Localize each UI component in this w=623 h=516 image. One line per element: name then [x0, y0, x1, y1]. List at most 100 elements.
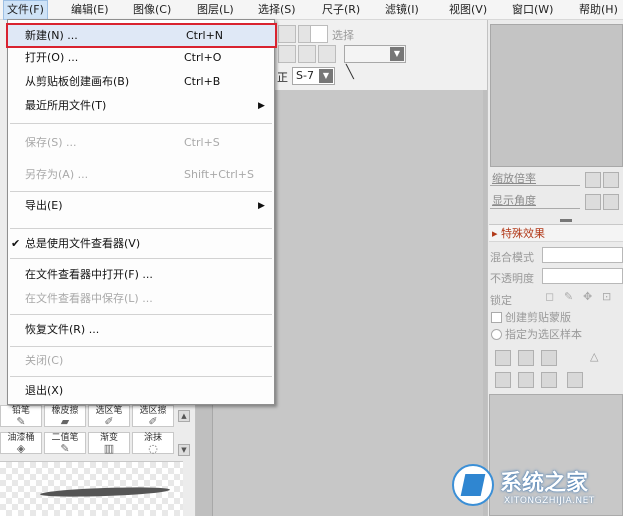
tool-blur[interactable]: 涂抹 ◌	[132, 432, 174, 455]
menu-item-label: 恢复文件(R) ...	[25, 323, 100, 336]
angle-slider[interactable]	[490, 208, 580, 209]
menu-item-save-as: 另存为(A) ... Shift+Ctrl+S	[8, 164, 274, 186]
menu-window[interactable]: 窗口(W)	[509, 0, 556, 20]
blend-mode-select[interactable]	[542, 247, 623, 263]
new-linework-icon[interactable]	[518, 350, 534, 366]
splitter-handle[interactable]	[560, 219, 572, 222]
menu-separator	[10, 191, 272, 192]
menu-edit[interactable]: 编辑(E)	[68, 0, 112, 20]
size-select[interactable]: S-7 ▼	[292, 67, 335, 85]
lock-label: 锁定	[490, 294, 512, 307]
tool-pencil[interactable]: 铅笔 ✎	[0, 405, 42, 428]
menu-item-label: 打开(O) ...	[25, 51, 79, 64]
merge-down-icon[interactable]	[495, 372, 511, 388]
opacity-slider[interactable]	[542, 268, 623, 284]
menu-ruler[interactable]: 尺子(R)	[319, 0, 363, 20]
lock-move-icon[interactable]: ✥	[583, 290, 592, 303]
navigator-preview[interactable]	[490, 24, 623, 167]
menu-view[interactable]: 视图(V)	[446, 0, 490, 20]
tool-selection-pen[interactable]: 选区笔 ✐	[88, 405, 130, 428]
submenu-arrow-icon: ▶	[258, 101, 265, 111]
select-label: 选择	[332, 29, 354, 42]
selection-pen-icon: ✐	[104, 415, 114, 428]
toolbar-button[interactable]	[278, 25, 296, 43]
watermark: 系统之家 XITONGZHIJIA.NET	[448, 460, 623, 516]
tool-bucket[interactable]: 油漆桶 ◈	[0, 432, 42, 455]
menu-item-exit[interactable]: 退出(X)	[8, 380, 274, 402]
menu-help[interactable]: 帮助(H)	[576, 0, 621, 20]
menu-file[interactable]: 文件(F)	[3, 0, 48, 20]
menu-item-label: 退出(X)	[25, 384, 64, 397]
selection-source-option[interactable]: 指定为选区样本	[491, 326, 582, 342]
toolbar-button[interactable]	[298, 45, 316, 63]
menu-item-export[interactable]: 导出(E) ▶	[8, 195, 274, 217]
menu-layer[interactable]: 图层(L)	[194, 0, 237, 20]
zoom-in-button[interactable]	[603, 172, 619, 188]
scroll-down-icon[interactable]: ▼	[178, 444, 190, 456]
tool-binary-pen[interactable]: 二值笔 ✎	[44, 432, 86, 455]
menu-item-shortcut: Ctrl+O	[184, 51, 222, 64]
tool-gradient[interactable]: 渐变 ▥	[88, 432, 130, 455]
trash-icon[interactable]	[567, 372, 583, 388]
select-checkbox[interactable]	[310, 25, 328, 43]
checkbox[interactable]	[491, 312, 502, 323]
toolbar-button[interactable]	[318, 45, 336, 63]
menu-item-new[interactable]: 新建(N) ... Ctrl+N	[6, 23, 277, 48]
line-tool-icon[interactable]: ╲	[346, 65, 354, 80]
tool-selection-eraser[interactable]: 选区擦 ✐	[132, 405, 174, 428]
zoom-label: 缩放倍率	[492, 172, 536, 185]
menu-item-close: 关闭(C)	[8, 350, 274, 372]
merge-visible-icon[interactable]	[518, 372, 534, 388]
new-folder-icon[interactable]	[541, 350, 557, 366]
menu-item-open[interactable]: 打开(O) ... Ctrl+O	[8, 47, 274, 69]
menu-item-shortcut: Shift+Ctrl+S	[184, 168, 254, 181]
clear-layer-icon[interactable]	[541, 372, 557, 388]
menu-item-from-clipboard[interactable]: 从剪贴板创建画布(B) Ctrl+B	[8, 71, 274, 93]
menu-item-save: 保存(S) ... Ctrl+S	[8, 132, 274, 154]
menu-item-always-use-viewer[interactable]: ✔ 总是使用文件查看器(V)	[8, 233, 274, 255]
file-menu-dropdown: 新建(N) ... Ctrl+N 打开(O) ... Ctrl+O 从剪贴板创建…	[6, 19, 277, 405]
scroll-up-icon[interactable]: ▲	[178, 410, 190, 422]
menu-item-shortcut: Ctrl+N	[186, 29, 224, 42]
menu-item-open-in-viewer[interactable]: 在文件查看器中打开(F) ...	[8, 264, 274, 286]
menu-item-recover[interactable]: 恢复文件(R) ...	[8, 319, 274, 341]
effects-title: 特殊效果	[501, 227, 546, 240]
size-value: S-7	[296, 69, 314, 82]
menu-item-shortcut: Ctrl+S	[184, 136, 220, 149]
pencil-icon: ✎	[16, 415, 26, 428]
angle-label: 显示角度	[492, 194, 536, 207]
clip-mask-option[interactable]: 创建剪贴蒙版	[491, 309, 571, 325]
opacity-label: 不透明度	[490, 272, 534, 285]
menu-item-shortcut: Ctrl+B	[184, 75, 221, 88]
menu-item-label: 总是使用文件查看器(V)	[25, 237, 141, 250]
menu-item-save-in-viewer: 在文件查看器中保存(L) ...	[8, 288, 274, 310]
menu-separator	[10, 228, 272, 229]
watermark-title: 系统之家	[500, 471, 589, 496]
lock-all-icon[interactable]: ⊡	[602, 290, 611, 303]
new-layer-icon[interactable]	[495, 350, 511, 366]
effects-section-header[interactable]: ▸ 特殊效果	[489, 224, 623, 242]
menu-select[interactable]: 选择(S)	[255, 0, 299, 20]
toolbar-button[interactable]	[278, 45, 296, 63]
layer-mask-icon[interactable]: △	[590, 350, 606, 366]
lock-transparency-icon[interactable]: ◻	[545, 290, 554, 303]
lock-pencil-icon[interactable]: ✎	[564, 290, 573, 303]
zoom-out-button[interactable]	[585, 172, 601, 188]
toolbar-dropdown[interactable]: ▼	[344, 45, 406, 63]
zoom-slider[interactable]	[490, 185, 580, 186]
selection-source-label: 指定为选区样本	[505, 328, 582, 341]
menu-separator	[10, 346, 272, 347]
tool-eraser[interactable]: 橡皮擦 ▰	[44, 405, 86, 428]
watermark-subtitle: XITONGZHIJIA.NET	[504, 496, 595, 506]
menu-image[interactable]: 图像(C)	[130, 0, 174, 20]
menu-filter[interactable]: 滤镜(I)	[382, 0, 422, 20]
rotate-right-button[interactable]	[603, 194, 619, 210]
chevron-down-icon: ▼	[390, 47, 404, 61]
menu-item-label: 导出(E)	[25, 199, 63, 212]
rotate-left-button[interactable]	[585, 194, 601, 210]
checkbox[interactable]	[491, 329, 502, 340]
menu-item-label: 在文件查看器中保存(L) ...	[25, 292, 153, 305]
menu-item-recent-files[interactable]: 最近所用文件(T) ▶	[8, 95, 274, 117]
menu-separator	[10, 123, 272, 124]
menu-item-label: 新建(N) ...	[25, 29, 78, 42]
